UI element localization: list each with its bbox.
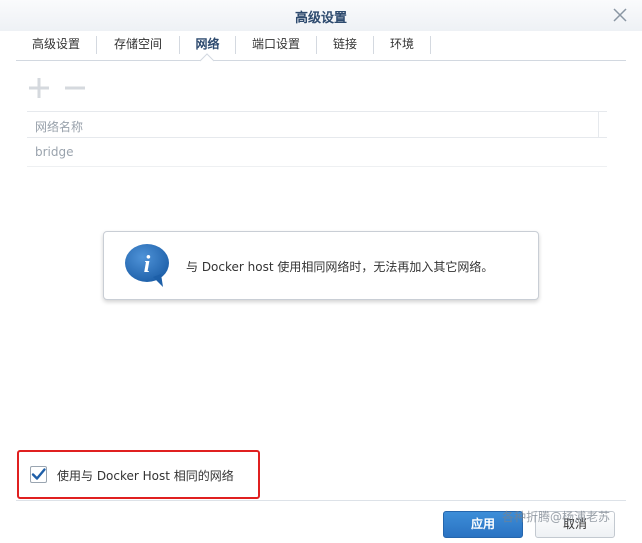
- window-title: 高级设置: [294, 11, 347, 26]
- svg-text:i: i: [144, 252, 151, 278]
- host-network-label[interactable]: 使用与 Docker Host 相同的网络: [57, 467, 234, 484]
- active-tab-indicator: [199, 53, 215, 62]
- host-network-checkbox[interactable]: [30, 466, 47, 483]
- minus-icon: [65, 86, 85, 90]
- tab-advanced[interactable]: 高级设置: [16, 31, 96, 60]
- watermark: 各种折腾@杨浦老苏: [502, 510, 611, 524]
- checkmark-icon: [31, 468, 46, 480]
- network-table: 网络名称 bridge: [27, 111, 607, 167]
- info-message: 与 Docker host 使用相同网络时，无法再加入其它网络。: [186, 260, 494, 274]
- add-network-button[interactable]: [27, 76, 51, 100]
- table-header: 网络名称: [27, 111, 607, 138]
- column-header-network-name[interactable]: 网络名称: [35, 118, 83, 135]
- tab-port-settings[interactable]: 端口设置: [236, 31, 316, 60]
- footer-divider: [16, 500, 626, 501]
- tab-bar: 高级设置 存储空间 网络 端口设置 链接 环境: [16, 31, 626, 62]
- window-titlebar: 高级设置: [0, 0, 642, 31]
- tab-storage[interactable]: 存储空间: [97, 31, 179, 60]
- host-network-option-highlight: 使用与 Docker Host 相同的网络: [17, 450, 260, 499]
- tab-links[interactable]: 链接: [317, 31, 373, 60]
- tab-environment[interactable]: 环境: [374, 31, 430, 60]
- info-icon: i: [125, 244, 169, 287]
- tab-separator: [430, 36, 431, 54]
- network-name-cell: bridge: [35, 145, 74, 159]
- remove-network-button[interactable]: [63, 76, 87, 100]
- close-icon: [613, 8, 627, 22]
- table-row[interactable]: bridge: [27, 138, 607, 167]
- close-button[interactable]: [610, 5, 630, 25]
- column-divider: [598, 112, 599, 138]
- plus-icon: [29, 78, 49, 98]
- info-tooltip: i 与 Docker host 使用相同网络时，无法再加入其它网络。: [103, 231, 539, 300]
